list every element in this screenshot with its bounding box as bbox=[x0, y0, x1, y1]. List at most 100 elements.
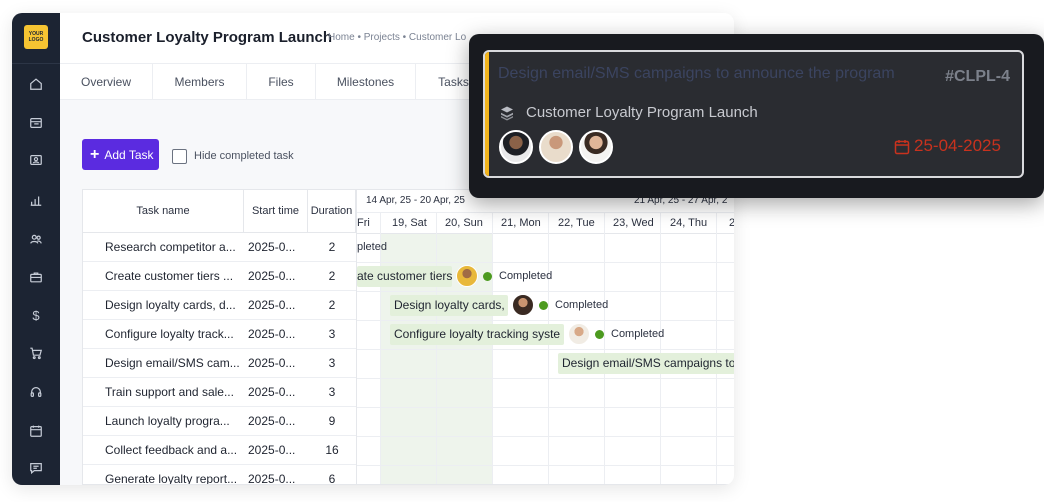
duration-cell: 2 bbox=[328, 298, 336, 312]
timeline-divider bbox=[357, 212, 734, 213]
task-name-cell: Create customer tiers ... bbox=[105, 269, 234, 283]
start-time-cell: 2025-0... bbox=[248, 443, 296, 457]
calendar-icon[interactable] bbox=[26, 421, 46, 441]
gantt-row-divider bbox=[357, 378, 734, 379]
start-time-cell: 2025-0... bbox=[248, 327, 296, 341]
sidebar-divider bbox=[12, 63, 60, 64]
gantt-row-divider bbox=[357, 465, 734, 466]
duration-cell: 9 bbox=[328, 414, 336, 428]
column-header-duration[interactable]: Duration bbox=[308, 190, 356, 233]
duration-cell: 3 bbox=[328, 385, 336, 399]
table-row[interactable]: Collect feedback and a... 2025-0... 16 bbox=[83, 436, 356, 465]
gantt-bar[interactable]: Design loyalty cards, bbox=[390, 295, 508, 316]
table-row[interactable]: Train support and sale... 2025-0... 3 bbox=[83, 378, 356, 407]
headset-icon[interactable] bbox=[26, 382, 46, 402]
table-row[interactable]: Create customer tiers ... 2025-0... 2 bbox=[83, 262, 356, 291]
hide-completed-label[interactable]: Hide completed task bbox=[194, 150, 294, 162]
duration-cell: 16 bbox=[325, 443, 339, 457]
duration-cell: 3 bbox=[328, 356, 336, 370]
member-avatar[interactable] bbox=[499, 130, 533, 164]
gantt-row-divider bbox=[357, 436, 734, 437]
add-task-button[interactable]: + Add Task bbox=[82, 139, 159, 170]
member-avatar[interactable] bbox=[539, 130, 573, 164]
reports-chart-icon[interactable] bbox=[26, 190, 46, 210]
member-avatar[interactable] bbox=[579, 130, 613, 164]
duration-cell: 3 bbox=[328, 327, 336, 341]
home-icon[interactable] bbox=[26, 74, 46, 94]
task-title: Design email/SMS campaigns to announce t… bbox=[498, 65, 895, 82]
tab-milestones[interactable]: Milestones bbox=[316, 64, 416, 100]
gantt-row-divider bbox=[357, 262, 734, 263]
status-label: Completed bbox=[499, 270, 553, 282]
status-label: Completed bbox=[611, 328, 665, 340]
duration-cell: 2 bbox=[328, 240, 336, 254]
chat-icon[interactable] bbox=[26, 458, 46, 478]
day-label: 20, Sun bbox=[445, 217, 483, 229]
week-label: 14 Apr, 25 - 20 Apr, 25 bbox=[366, 195, 465, 206]
table-row[interactable]: Generate loyalty report... 2025-0... 6 bbox=[83, 465, 356, 485]
task-detail-popup: Design email/SMS campaigns to announce t… bbox=[469, 34, 1044, 198]
start-time-cell: 2025-0... bbox=[248, 472, 296, 485]
tab-files[interactable]: Files bbox=[247, 64, 316, 100]
day-label: Fri bbox=[357, 217, 370, 229]
day-label: 21, Mon bbox=[501, 217, 541, 229]
gantt-bar[interactable]: Configure loyalty tracking syste bbox=[390, 324, 564, 345]
assignee-avatar[interactable] bbox=[512, 294, 534, 316]
gantt-row-divider bbox=[357, 320, 734, 321]
contact-card-icon[interactable] bbox=[26, 150, 46, 170]
users-icon[interactable] bbox=[26, 229, 46, 249]
task-id: #CLPL-4 bbox=[945, 68, 1010, 85]
status-dot bbox=[595, 330, 604, 339]
gantt-bar-label[interactable]: pleted bbox=[357, 241, 387, 253]
page-title: Customer Loyalty Program Launch bbox=[82, 29, 333, 46]
task-grid: Task name Start time Duration Research c… bbox=[82, 189, 734, 485]
assignee-avatar[interactable] bbox=[456, 265, 478, 287]
table-row[interactable]: Launch loyalty progra... 2025-0... 9 bbox=[83, 407, 356, 436]
cart-icon[interactable] bbox=[26, 343, 46, 363]
tab-overview[interactable]: Overview bbox=[60, 64, 153, 100]
gantt-bar[interactable]: ate customer tiers bbox=[357, 266, 452, 287]
dollar-icon[interactable]: $ bbox=[26, 305, 46, 325]
start-time-cell: 2025-0... bbox=[248, 240, 296, 254]
task-name-cell: Generate loyalty report... bbox=[105, 472, 238, 485]
table-row[interactable]: Research competitor a... 2025-0... 2 bbox=[83, 233, 356, 262]
briefcase-icon[interactable] bbox=[26, 267, 46, 287]
table-row[interactable]: Design email/SMS cam... 2025-0... 3 bbox=[83, 349, 356, 378]
company-logo[interactable]: YOUR LOGO bbox=[24, 25, 48, 49]
start-time-cell: 2025-0... bbox=[248, 298, 296, 312]
assignee-avatar[interactable] bbox=[568, 323, 590, 345]
card-accent-bar bbox=[485, 52, 489, 176]
tab-members[interactable]: Members bbox=[153, 64, 247, 100]
column-header-task-name[interactable]: Task name bbox=[83, 190, 244, 233]
day-label: 22, Tue bbox=[558, 217, 595, 229]
task-name-cell: Collect feedback and a... bbox=[105, 443, 238, 457]
column-header-start-time[interactable]: Start time bbox=[244, 190, 308, 233]
board-icon[interactable] bbox=[26, 113, 46, 133]
task-name-cell: Launch loyalty progra... bbox=[105, 414, 230, 428]
task-name-cell: Configure loyalty track... bbox=[105, 327, 234, 341]
calendar-icon bbox=[894, 139, 910, 155]
gantt-bar[interactable]: Design email/SMS campaigns to bbox=[558, 353, 734, 374]
project-name: Customer Loyalty Program Launch bbox=[526, 104, 758, 121]
duration-cell: 2 bbox=[328, 269, 336, 283]
table-row[interactable]: Configure loyalty track... 2025-0... 3 bbox=[83, 320, 356, 349]
layers-icon bbox=[499, 105, 515, 121]
table-row[interactable]: Design loyalty cards, d... 2025-0... 2 bbox=[83, 291, 356, 320]
status-dot bbox=[483, 272, 492, 281]
task-name-cell: Design loyalty cards, d... bbox=[105, 298, 236, 312]
status-dot bbox=[539, 301, 548, 310]
breadcrumb[interactable]: Home • Projects • Customer Lo bbox=[328, 32, 466, 43]
add-task-label: Add Task bbox=[104, 147, 154, 162]
gantt-row-divider bbox=[357, 349, 734, 350]
status-label: Completed bbox=[555, 299, 609, 311]
task-name-cell: Design email/SMS cam... bbox=[105, 356, 240, 370]
gantt-row-divider bbox=[357, 407, 734, 408]
start-time-cell: 2025-0... bbox=[248, 385, 296, 399]
timeline-divider bbox=[357, 233, 734, 234]
duration-cell: 6 bbox=[328, 472, 336, 485]
gantt-timeline[interactable]: 14 Apr, 25 - 20 Apr, 25 21 Apr, 25 - 27 … bbox=[356, 190, 734, 484]
start-time-cell: 2025-0... bbox=[248, 356, 296, 370]
hide-completed-checkbox[interactable] bbox=[172, 149, 187, 164]
sidebar: YOUR LOGO $ bbox=[12, 13, 60, 485]
task-card[interactable]: Design email/SMS campaigns to announce t… bbox=[483, 50, 1024, 178]
